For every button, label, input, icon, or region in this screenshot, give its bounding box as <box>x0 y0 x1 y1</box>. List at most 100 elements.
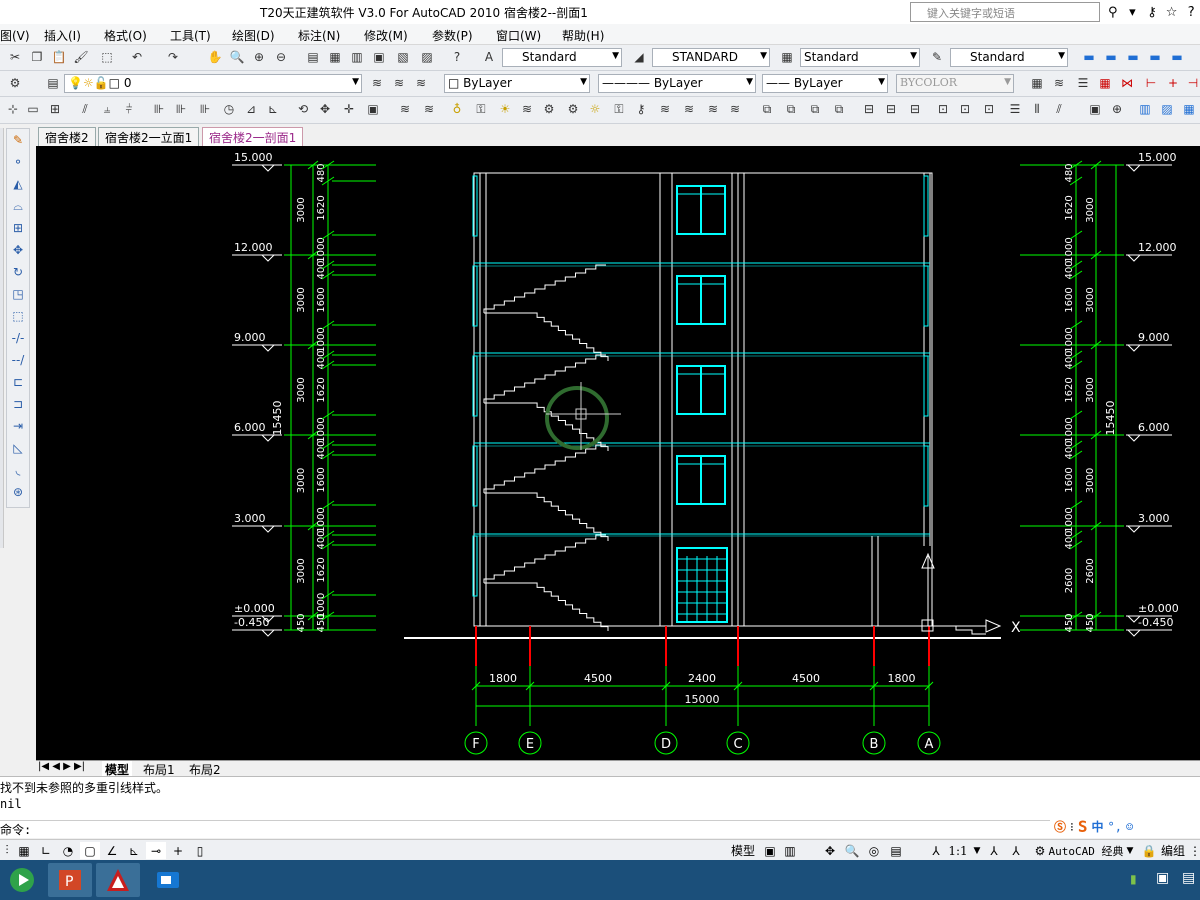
table-style-icon[interactable]: ▦ <box>778 48 796 66</box>
zoom-realtime-icon[interactable]: 🔍 <box>228 48 246 66</box>
erase-icon[interactable]: ✎ <box>7 129 29 151</box>
move-icon[interactable]: ✛ <box>340 100 358 118</box>
gear-icon[interactable]: ⚙ <box>6 74 24 92</box>
column-icon[interactable]: ⊞ <box>46 100 64 118</box>
lock-icon[interactable]: ⚿ <box>472 100 490 118</box>
paste-icon[interactable]: ▣ <box>364 100 382 118</box>
lightbulb-icon[interactable]: ♁ <box>448 100 466 118</box>
axis-grid-icon[interactable]: ⊹ <box>4 100 22 118</box>
scale-icon[interactable]: ◳ <box>7 283 29 305</box>
layer-previous-icon[interactable]: ≋ <box>368 74 386 92</box>
autoscale-icon[interactable]: ⅄ <box>1006 842 1026 859</box>
rotate-icon[interactable]: ⟲ <box>294 100 312 118</box>
undo-icon[interactable]: ↶ <box>128 48 146 66</box>
gear-icon[interactable]: ⚙ <box>564 100 582 118</box>
osnap-toggle-icon[interactable]: ▢ <box>80 842 100 859</box>
help-icon[interactable]: ? <box>1182 3 1200 21</box>
bulb-icon[interactable]: ☀ <box>496 100 514 118</box>
lock-icon[interactable]: 🔒 <box>1138 842 1160 859</box>
copy-icon[interactable]: ⚬ <box>7 151 29 173</box>
dim-chain-icon[interactable]: ⊪ <box>150 100 168 118</box>
draw-order-icon[interactable]: ⧉ <box>830 100 848 118</box>
chevron-down-icon[interactable]: ▼ <box>972 842 982 859</box>
layout-view-icon[interactable]: ▣ <box>760 842 780 859</box>
offset-icon[interactable]: ⌓ <box>7 195 29 217</box>
array-icon[interactable]: ⊞ <box>7 217 29 239</box>
dim-radius-icon[interactable]: ▬ <box>1168 48 1186 66</box>
layer-manager-icon[interactable]: ▤ <box>44 74 62 92</box>
chevron-down-icon[interactable]: ▼ <box>1124 842 1136 859</box>
ime-logo-icon[interactable]: Ⓢ <box>1054 818 1066 835</box>
draw-order-icon[interactable]: ⧉ <box>782 100 800 118</box>
wall-icon[interactable]: ⫽ <box>76 100 94 118</box>
otrack-toggle-icon[interactable]: ∠ <box>102 842 122 859</box>
break-icon[interactable]: ⊏ <box>7 371 29 393</box>
layer-icon[interactable]: ≋ <box>656 100 674 118</box>
command-prompt[interactable]: 命令: <box>0 820 1050 838</box>
color-select[interactable]: □ ByLayer ▼ <box>444 74 590 93</box>
battery-icon[interactable]: ▮ <box>1130 872 1137 886</box>
dim-ordinate-icon[interactable]: ▬ <box>1146 48 1164 66</box>
cut-icon[interactable]: ✂ <box>6 48 24 66</box>
powerpoint-icon[interactable]: P <box>48 863 92 897</box>
mleader-style-icon[interactable]: ✎ <box>928 48 946 66</box>
annotation-scale-value[interactable]: 1:1 <box>944 842 972 859</box>
properties-icon[interactable]: ▤ <box>304 48 322 66</box>
mleader-style-select[interactable]: Standard ▼ <box>950 48 1068 67</box>
branch-icon[interactable]: ⊢ <box>1142 74 1160 92</box>
menu-parameters[interactable]: 参数(P) <box>432 27 473 44</box>
grid-toggle-icon[interactable]: ▦ <box>14 842 34 859</box>
layer-icon[interactable]: ≋ <box>396 100 414 118</box>
elevation-mark-icon[interactable]: ⊿ <box>242 100 260 118</box>
explode-icon[interactable]: ⊛ <box>7 481 29 503</box>
text-style-select[interactable]: Standard ▼ <box>502 48 622 67</box>
dyn-toggle-icon[interactable]: ⊸ <box>146 842 166 859</box>
join-icon[interactable]: ⇥ <box>7 415 29 437</box>
draw-order-icon[interactable]: ⧉ <box>806 100 824 118</box>
rotate-icon[interactable]: ↻ <box>7 261 29 283</box>
table-icon[interactable]: ▦ <box>1028 74 1046 92</box>
calculator-icon[interactable]: ▨ <box>418 48 436 66</box>
list-icon[interactable]: ☰ <box>1006 100 1024 118</box>
mirror-icon[interactable]: ◭ <box>7 173 29 195</box>
chamfer-icon[interactable]: ◺ <box>7 437 29 459</box>
window-icon[interactable]: ⫩ <box>120 100 138 118</box>
dim-axis-icon[interactable]: ⊪ <box>172 100 190 118</box>
menu-modify[interactable]: 修改(M) <box>364 27 408 44</box>
crosshair-icon[interactable]: + <box>1164 74 1182 92</box>
menu-help[interactable]: 帮助(H) <box>562 27 604 44</box>
menu-window[interactable]: 窗口(W) <box>496 27 541 44</box>
sheet-set-icon[interactable]: ▣ <box>370 48 388 66</box>
ime-chinese-icon[interactable]: 中 <box>1091 818 1103 835</box>
layer-isolate-icon[interactable]: ≋ <box>412 74 430 92</box>
lwt-toggle-icon[interactable]: + <box>168 842 188 859</box>
layer-select[interactable]: 💡☼🔓□ 0 ▼ <box>64 74 362 93</box>
workspace-select[interactable]: AutoCAD 经典 <box>1048 842 1124 859</box>
table-style-select[interactable]: Standard ▼ <box>800 48 920 67</box>
menu-draw[interactable]: 绘图(D) <box>232 27 275 44</box>
door-icon[interactable]: ⫨ <box>98 100 116 118</box>
polar-toggle-icon[interactable]: ◔ <box>58 842 78 859</box>
showmotion-icon[interactable]: ▤ <box>886 842 906 859</box>
zoom-icon[interactable]: 🔍 <box>842 842 862 859</box>
ducs-toggle-icon[interactable]: ⊾ <box>124 842 144 859</box>
distribute-icon[interactable]: ⊡ <box>980 100 998 118</box>
network-icon[interactable]: ▤ <box>1182 870 1195 886</box>
search-input[interactable]: 键入关键字或短语 <box>910 2 1100 22</box>
menu-dimension[interactable]: 标注(N) <box>298 27 340 44</box>
menu-view[interactable]: 图(V) <box>0 27 30 44</box>
annotation-visibility-icon[interactable]: ⅄ <box>984 842 1004 859</box>
model-space-button[interactable]: 模型 <box>728 842 758 859</box>
lock-icon[interactable]: ⚷ <box>632 100 650 118</box>
pan-icon[interactable]: ✥ <box>820 842 840 859</box>
group-button[interactable]: 编组 <box>1158 842 1188 859</box>
workspace-gear-icon[interactable]: ⚙ <box>1032 842 1048 859</box>
menu-format[interactable]: 格式(O) <box>104 27 147 44</box>
align-icon[interactable]: ⊟ <box>860 100 878 118</box>
pan-icon[interactable]: ✋ <box>206 48 224 66</box>
dim-aligned-icon[interactable]: ▬ <box>1102 48 1120 66</box>
lock-icon[interactable]: ⚿ <box>610 100 628 118</box>
draw-order-icon[interactable]: ⧉ <box>758 100 776 118</box>
star-icon[interactable]: ☆ <box>1163 3 1181 21</box>
sogou-icon[interactable]: S <box>1078 817 1088 836</box>
